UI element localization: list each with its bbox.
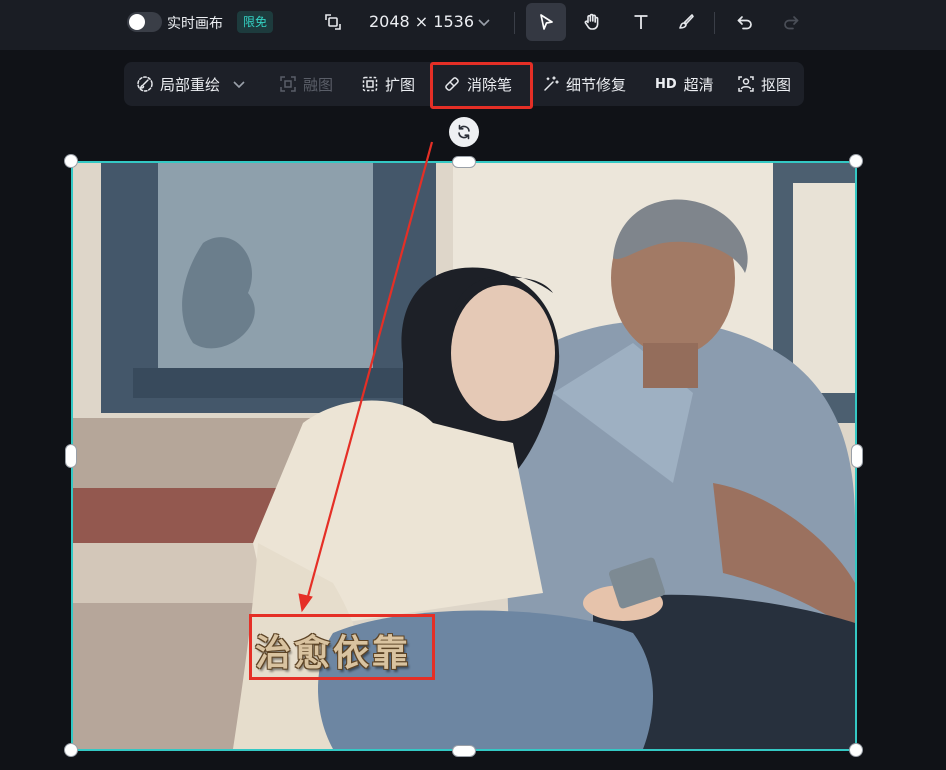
free-badge: 限免 xyxy=(237,11,274,33)
cutout-label: 抠图 xyxy=(761,75,792,94)
hd-icon: HD xyxy=(655,76,677,92)
text-tool-button[interactable] xyxy=(621,3,661,41)
expand-icon xyxy=(362,76,378,92)
realtime-canvas-toggle[interactable] xyxy=(127,12,162,32)
resize-handle-left[interactable] xyxy=(65,444,77,468)
toolbar-divider xyxy=(714,12,715,34)
resize-handle-bottom[interactable] xyxy=(452,745,476,757)
resize-handle-top-left[interactable] xyxy=(64,154,78,168)
blend-label: 融图 xyxy=(303,75,334,94)
text-icon xyxy=(634,15,648,29)
image-edit-toolbar: 局部重绘 融图 扩图 消除笔 细节修复 HD 超清 抠图 xyxy=(124,62,804,106)
resize-handle-top-right[interactable] xyxy=(849,154,863,168)
eraser-button[interactable]: 消除笔 xyxy=(443,62,512,106)
blend-icon xyxy=(280,76,296,92)
brush-tool-button[interactable] xyxy=(666,3,706,41)
top-bar: 实时画布 限免 2048 × 1536 xyxy=(0,0,946,50)
canvas-illustration xyxy=(73,163,855,749)
expand-label: 扩图 xyxy=(385,75,416,94)
rotate-icon xyxy=(458,124,470,140)
redo-icon xyxy=(784,16,799,30)
watermark-text: 治愈依靠 xyxy=(255,633,412,674)
blend-button[interactable]: 融图 xyxy=(279,62,333,106)
redo-button[interactable] xyxy=(771,3,811,41)
select-tool-button[interactable] xyxy=(526,3,566,41)
inpaint-brush-icon xyxy=(137,76,153,92)
pan-tool-button[interactable] xyxy=(572,3,612,41)
undo-button[interactable] xyxy=(725,3,765,41)
resize-icon[interactable] xyxy=(323,12,343,32)
canvas-image-frame[interactable] xyxy=(71,161,857,751)
toggle-knob xyxy=(129,14,145,30)
upscale-label: 超清 xyxy=(683,75,714,94)
undo-icon xyxy=(737,16,752,30)
eraser-icon xyxy=(445,77,459,91)
resize-handle-top[interactable] xyxy=(452,156,476,168)
hand-icon xyxy=(584,13,599,30)
toolbar-divider xyxy=(514,12,515,34)
resize-handle-right[interactable] xyxy=(851,444,863,468)
rotate-handle[interactable] xyxy=(449,117,479,147)
upscale-button[interactable]: HD 超清 xyxy=(655,62,714,106)
inpaint-button[interactable]: 局部重绘 xyxy=(136,62,248,106)
detail-fix-label: 细节修复 xyxy=(566,75,627,94)
chevron-down-icon[interactable] xyxy=(230,75,248,93)
chevron-down-icon[interactable] xyxy=(476,14,492,30)
magic-wand-icon xyxy=(544,76,559,91)
realtime-canvas-label: 实时画布 xyxy=(167,16,223,32)
resize-handle-bottom-right[interactable] xyxy=(849,743,863,757)
canvas-size-selector[interactable]: 2048 × 1536 xyxy=(369,12,474,31)
pointer-icon xyxy=(540,14,553,30)
detail-fix-button[interactable]: 细节修复 xyxy=(542,62,626,106)
eraser-label: 消除笔 xyxy=(467,75,513,94)
resize-handle-bottom-left[interactable] xyxy=(64,743,78,757)
inpaint-label: 局部重绘 xyxy=(160,75,221,94)
cutout-button[interactable]: 抠图 xyxy=(737,62,791,106)
expand-button[interactable]: 扩图 xyxy=(361,62,415,106)
brush-icon xyxy=(679,14,694,29)
cutout-person-icon xyxy=(738,76,754,92)
